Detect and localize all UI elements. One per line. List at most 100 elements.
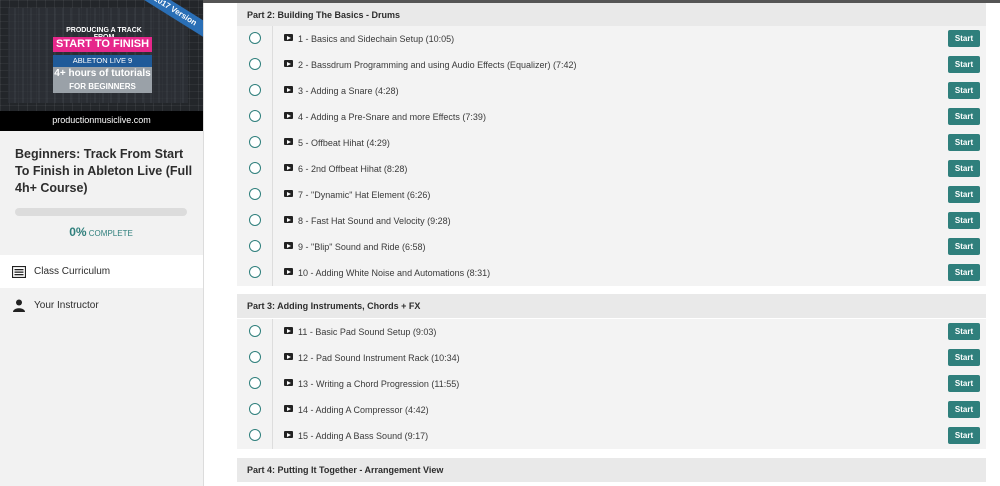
video-icon — [284, 431, 293, 438]
lecture-title[interactable]: 5 - Offbeat Hihat (4:29) — [298, 130, 390, 156]
row-divider — [272, 26, 273, 52]
lecture-title[interactable]: 7 - "Dynamic" Hat Element (6:26) — [298, 182, 430, 208]
start-button[interactable]: Start — [948, 238, 980, 255]
start-button[interactable]: Start — [948, 160, 980, 177]
row-divider — [272, 52, 273, 78]
row-divider — [272, 104, 273, 130]
completion-circle-icon — [249, 325, 261, 337]
lecture-row[interactable]: 9 - "Blip" Sound and Ride (6:58) Start — [237, 234, 986, 260]
video-icon — [284, 60, 293, 67]
lecture-row[interactable]: 5 - Offbeat Hihat (4:29) Start — [237, 130, 986, 156]
row-divider — [272, 319, 273, 345]
lecture-row[interactable]: 10 - Adding White Noise and Automations … — [237, 260, 986, 286]
nav-label: Your Instructor — [34, 300, 99, 311]
start-button[interactable]: Start — [948, 427, 980, 444]
row-divider — [272, 371, 273, 397]
row-divider — [272, 345, 273, 371]
start-button[interactable]: Start — [948, 323, 980, 340]
start-button[interactable]: Start — [948, 212, 980, 229]
course-thumbnail: 2017 Version PRODUCING A TRACK FROM STAR… — [0, 0, 203, 131]
section-header: Part 4: Putting It Together - Arrangemen… — [237, 458, 986, 482]
start-button[interactable]: Start — [948, 30, 980, 47]
nav-your-instructor[interactable]: Your Instructor — [0, 289, 203, 322]
video-icon — [284, 34, 293, 41]
nav-class-curriculum[interactable]: Class Curriculum — [0, 255, 203, 288]
completion-circle-icon — [249, 58, 261, 70]
start-button[interactable]: Start — [948, 264, 980, 281]
start-button[interactable]: Start — [948, 134, 980, 151]
lecture-title[interactable]: 10 - Adding White Noise and Automations … — [298, 260, 490, 286]
video-icon — [284, 112, 293, 119]
row-divider — [272, 182, 273, 208]
video-icon — [284, 242, 293, 249]
completion-circle-icon — [249, 162, 261, 174]
lecture-row[interactable]: 2 - Bassdrum Programming and using Audio… — [237, 52, 986, 78]
lecture-row[interactable]: 15 - Adding A Bass Sound (9:17) Start — [237, 423, 986, 449]
progress-percent: 0% — [69, 225, 87, 239]
completion-circle-icon — [249, 429, 261, 441]
list-icon — [12, 265, 26, 279]
lecture-title[interactable]: 2 - Bassdrum Programming and using Audio… — [298, 52, 576, 78]
lecture-title[interactable]: 8 - Fast Hat Sound and Velocity (9:28) — [298, 208, 451, 234]
user-icon — [12, 299, 26, 313]
lecture-row[interactable]: 11 - Basic Pad Sound Setup (9:03) Start — [237, 319, 986, 345]
thumb-line-2: START TO FINISH — [53, 37, 152, 52]
row-divider — [272, 397, 273, 423]
lecture-title[interactable]: 3 - Adding a Snare (4:28) — [298, 78, 399, 104]
lecture-row[interactable]: 8 - Fast Hat Sound and Velocity (9:28) St… — [237, 208, 986, 234]
completion-circle-icon — [249, 84, 261, 96]
progress-label: 0% COMPLETE — [15, 225, 187, 239]
thumb-line-4: 4+ hours of tutorials — [53, 67, 152, 81]
completion-circle-icon — [249, 377, 261, 389]
video-icon — [284, 86, 293, 93]
thumb-line-5: FOR BEGINNERS — [53, 81, 152, 93]
start-button[interactable]: Start — [948, 108, 980, 125]
video-icon — [284, 164, 293, 171]
progress-complete-text: COMPLETE — [88, 229, 133, 238]
sidebar: 2017 Version PRODUCING A TRACK FROM STAR… — [0, 0, 204, 486]
lecture-row[interactable]: 14 - Adding A Compressor (4:42) Start — [237, 397, 986, 423]
completion-circle-icon — [249, 136, 261, 148]
completion-circle-icon — [249, 266, 261, 278]
start-button[interactable]: Start — [948, 82, 980, 99]
row-divider — [272, 423, 273, 449]
completion-circle-icon — [249, 240, 261, 252]
video-icon — [284, 327, 293, 334]
video-icon — [284, 268, 293, 275]
completion-circle-icon — [249, 110, 261, 122]
row-divider — [272, 208, 273, 234]
progress-bar — [15, 208, 187, 216]
lecture-title[interactable]: 12 - Pad Sound Instrument Rack (10:34) — [298, 345, 460, 371]
start-button[interactable]: Start — [948, 401, 980, 418]
video-icon — [284, 138, 293, 145]
start-button[interactable]: Start — [948, 56, 980, 73]
lecture-row[interactable]: 13 - Writing a Chord Progression (11:55)… — [237, 371, 986, 397]
lecture-title[interactable]: 1 - Basics and Sidechain Setup (10:05) — [298, 26, 454, 52]
lecture-row[interactable]: 12 - Pad Sound Instrument Rack (10:34) St… — [237, 345, 986, 371]
lecture-title[interactable]: 9 - "Blip" Sound and Ride (6:58) — [298, 234, 425, 260]
row-divider — [272, 130, 273, 156]
completion-circle-icon — [249, 32, 261, 44]
lecture-title[interactable]: 6 - 2nd Offbeat Hihat (8:28) — [298, 156, 407, 182]
video-icon — [284, 216, 293, 223]
start-button[interactable]: Start — [948, 349, 980, 366]
lecture-row[interactable]: 4 - Adding a Pre-Snare and more Effects … — [237, 104, 986, 130]
video-icon — [284, 405, 293, 412]
lecture-row[interactable]: 6 - 2nd Offbeat Hihat (8:28) Start — [237, 156, 986, 182]
row-divider — [272, 78, 273, 104]
lecture-title[interactable]: 15 - Adding A Bass Sound (9:17) — [298, 423, 428, 449]
start-button[interactable]: Start — [948, 186, 980, 203]
lecture-row[interactable]: 7 - "Dynamic" Hat Element (6:26) Start — [237, 182, 986, 208]
lecture-row[interactable]: 1 - Basics and Sidechain Setup (10:05) St… — [237, 26, 986, 52]
section-header: Part 2: Building The Basics - Drums — [237, 3, 986, 27]
lecture-title[interactable]: 4 - Adding a Pre-Snare and more Effects … — [298, 104, 486, 130]
start-button[interactable]: Start — [948, 375, 980, 392]
lecture-title[interactable]: 11 - Basic Pad Sound Setup (9:03) — [298, 319, 436, 345]
completion-circle-icon — [249, 403, 261, 415]
lecture-title[interactable]: 13 - Writing a Chord Progression (11:55) — [298, 371, 459, 397]
completion-circle-icon — [249, 351, 261, 363]
lecture-row[interactable]: 3 - Adding a Snare (4:28) Start — [237, 78, 986, 104]
video-icon — [284, 190, 293, 197]
lecture-title[interactable]: 14 - Adding A Compressor (4:42) — [298, 397, 429, 423]
section-header: Part 3: Adding Instruments, Chords + FX — [237, 294, 986, 318]
